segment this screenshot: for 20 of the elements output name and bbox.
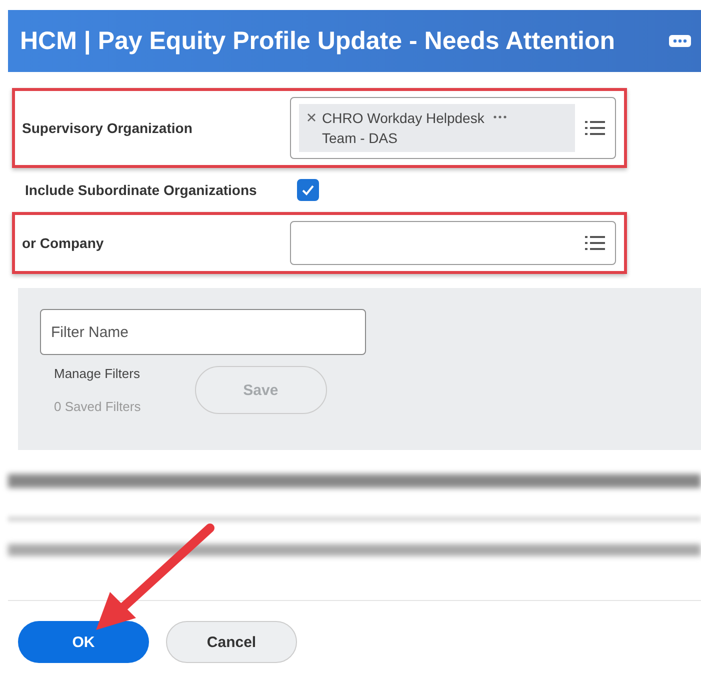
page-title: HCM | Pay Equity Profile Update - Needs Attention (20, 26, 616, 56)
remove-icon[interactable] (307, 113, 316, 122)
ok-button[interactable]: OK (18, 621, 149, 663)
chip-text: CHRO Workday Helpdesk Team - DAS (322, 109, 486, 148)
checkmark-icon (301, 184, 315, 196)
more-icon[interactable] (493, 115, 507, 119)
prompt-field[interactable] (290, 221, 616, 265)
filter-name-field[interactable]: Filter Name (40, 309, 366, 355)
prompt-field[interactable]: CHRO Workday Helpdesk Team - DAS (290, 97, 616, 159)
more-icon[interactable] (669, 35, 691, 47)
manage-filters-link[interactable]: Manage Filters (54, 366, 141, 381)
saved-filters-count: 0 Saved Filters (54, 399, 141, 414)
cancel-button[interactable]: Cancel (166, 621, 297, 663)
field-label: Supervisory Organization (22, 120, 192, 136)
list-icon[interactable] (585, 235, 605, 251)
field-label: or Company (22, 235, 104, 251)
field-label: Include Subordinate Organizations (25, 182, 258, 198)
checkbox[interactable] (297, 179, 319, 201)
selected-item-chip[interactable]: CHRO Workday Helpdesk Team - DAS (299, 104, 575, 152)
list-icon[interactable] (585, 120, 605, 136)
